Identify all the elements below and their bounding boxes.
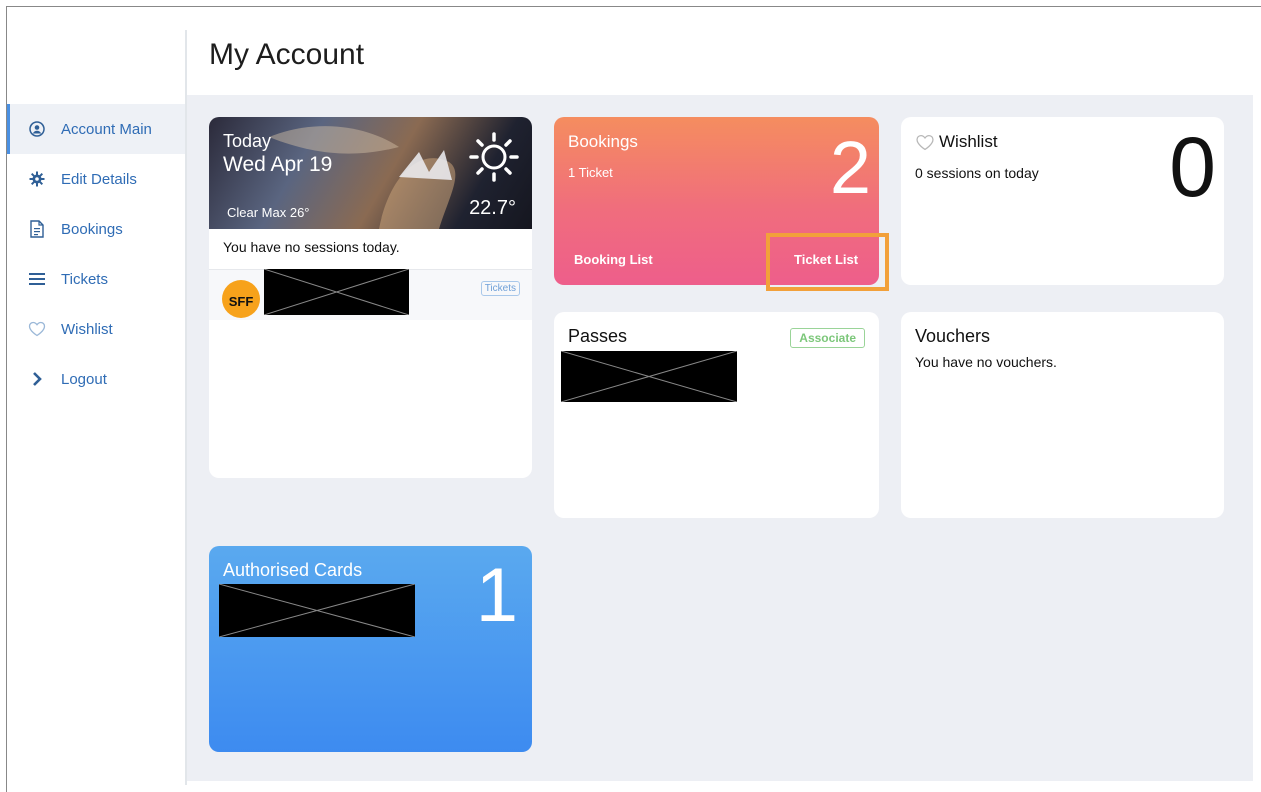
wishlist-title: Wishlist [915, 132, 998, 152]
associate-button[interactable]: Associate [790, 328, 865, 348]
dashboard: Today Wed Apr 19 Clear Max 26° 22.7° You… [187, 95, 1253, 781]
sff-logo: SFF [222, 280, 260, 318]
sidebar-item-label: Logout [61, 370, 107, 388]
authorised-cards-card[interactable]: Authorised Cards 1 [209, 546, 532, 752]
list-icon [27, 269, 47, 289]
sidebar-item-bookings[interactable]: Bookings [7, 204, 185, 254]
sidebar-item-label: Bookings [61, 220, 123, 238]
wishlist-count: 0 [1169, 120, 1216, 214]
no-sessions-text: You have no sessions today. [223, 239, 400, 255]
weather-temperature: 22.7° [469, 197, 516, 219]
chevron-right-icon [27, 369, 47, 389]
passes-card[interactable]: Passes Associate [554, 312, 879, 518]
sidebar-item-account-main[interactable]: Account Main [7, 104, 185, 154]
passes-title: Passes [568, 326, 628, 346]
vouchers-card[interactable]: Vouchers You have no vouchers. [901, 312, 1224, 518]
user-circle-icon [27, 119, 47, 139]
redacted-image [264, 269, 409, 315]
weather-condition: Clear Max 26° [227, 205, 310, 220]
sidebar-item-label: Account Main [61, 120, 152, 138]
bookings-title: Bookings [568, 132, 638, 151]
document-icon [27, 219, 47, 239]
today-label: Today [223, 131, 272, 151]
redacted-image [561, 351, 737, 402]
sidebar-item-edit-details[interactable]: Edit Details [7, 154, 185, 204]
vouchers-subtitle: You have no vouchers. [915, 354, 1057, 370]
wishlist-subtitle: 0 sessions on today [915, 165, 1039, 181]
vouchers-title: Vouchers [915, 326, 991, 346]
booking-list-link[interactable]: Booking List [574, 252, 653, 267]
gear-icon [27, 169, 47, 189]
bookings-count: 2 [829, 126, 871, 209]
authorised-cards-count: 1 [475, 553, 518, 638]
tickets-tag[interactable]: Tickets [480, 281, 520, 296]
sidebar: Account Main Edit Details Bookings Ticke… [7, 104, 185, 404]
sidebar-item-wishlist[interactable]: Wishlist [7, 304, 185, 354]
bookings-subtitle: 1 Ticket [568, 165, 613, 180]
weather-hero-image: Today Wed Apr 19 Clear Max 26° 22.7° [209, 117, 532, 229]
redacted-image [219, 584, 415, 637]
sidebar-item-label: Wishlist [61, 320, 113, 338]
authorised-cards-title: Authorised Cards [223, 560, 363, 580]
sidebar-item-tickets[interactable]: Tickets [7, 254, 185, 304]
sidebar-item-logout[interactable]: Logout [7, 354, 185, 404]
today-card: Today Wed Apr 19 Clear Max 26° 22.7° You… [209, 117, 532, 478]
sidebar-item-label: Tickets [61, 270, 108, 288]
sun-icon [468, 131, 520, 188]
sidebar-item-label: Edit Details [61, 170, 137, 188]
heart-icon [27, 319, 47, 339]
ticket-list-highlight [766, 233, 889, 291]
festival-row[interactable]: SFF Tickets [209, 269, 532, 320]
today-date: Wed Apr 19 [223, 153, 333, 176]
heart-icon [915, 134, 935, 151]
wishlist-card[interactable]: Wishlist 0 sessions on today 0 [901, 117, 1224, 285]
page-title: My Account [209, 38, 365, 71]
